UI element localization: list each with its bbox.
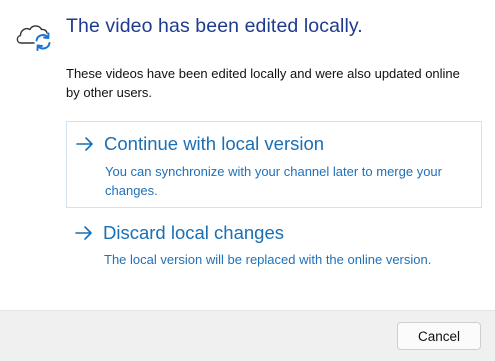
dialog-footer: Cancel (0, 310, 495, 361)
discard-local-changes-option[interactable]: Discard local changes The local version … (66, 220, 482, 292)
cloud-sync-icon (14, 18, 54, 52)
option-title: Discard local changes (103, 222, 284, 243)
arrow-right-icon (75, 134, 95, 154)
dialog-title: The video has been edited locally. (66, 15, 363, 37)
dialog-header: The video has been edited locally. (0, 0, 495, 60)
option-description: The local version will be replaced with … (104, 252, 432, 267)
arrow-right-icon (74, 223, 94, 243)
option-title: Continue with local version (104, 133, 325, 154)
cancel-button[interactable]: Cancel (397, 322, 481, 350)
dialog-description: These videos have been edited locally an… (66, 66, 460, 100)
option-description: You can synchronize with your channel la… (105, 164, 442, 198)
continue-local-version-option[interactable]: Continue with local version You can sync… (66, 121, 482, 208)
edit-conflict-dialog: The video has been edited locally. These… (0, 0, 495, 361)
